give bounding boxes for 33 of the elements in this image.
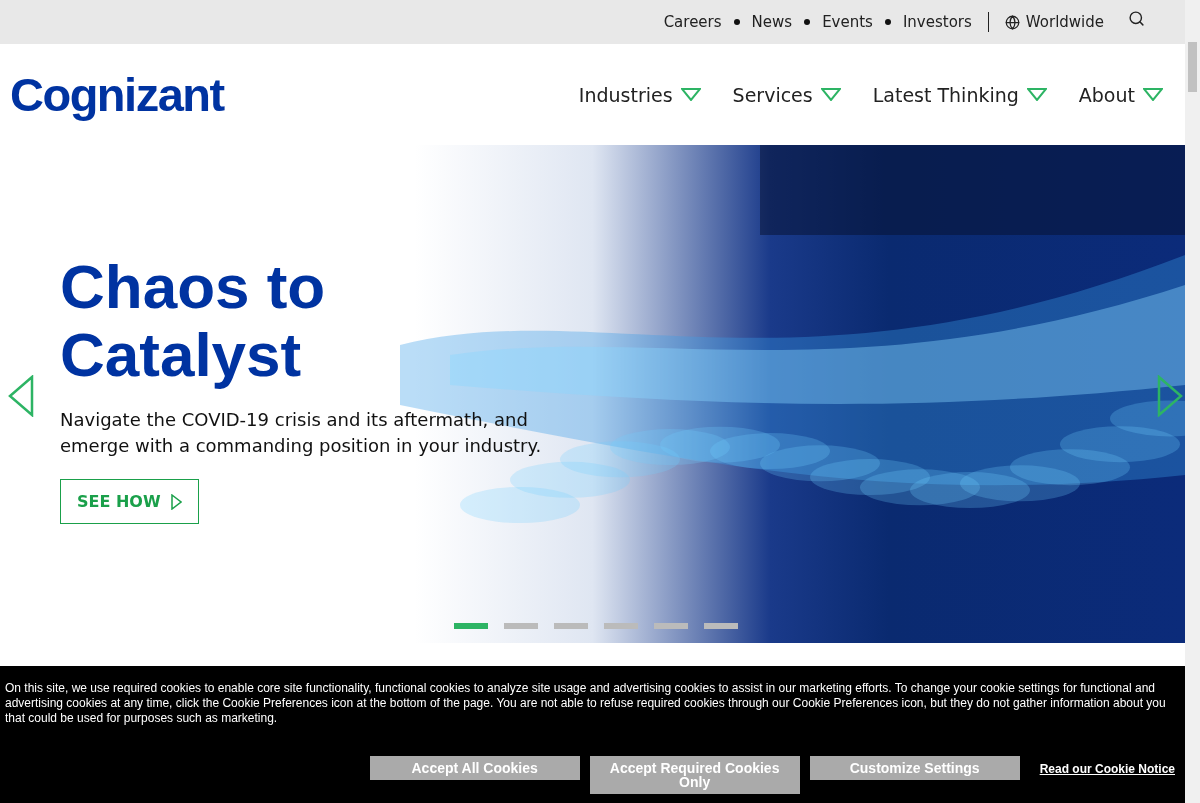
slide-indicator[interactable]	[454, 623, 488, 629]
bullet-dot	[884, 19, 891, 25]
play-icon	[170, 493, 182, 510]
caret-icon	[1143, 88, 1163, 101]
cookie-notice-text: On this site, we use required cookies to enable core site functionality, functional cookies to analyze site usage and advertising cookies to assist in our marketing efforts. To change your cookie settings for functional and advertising cookies at any time, click the Cookie Preferences icon at the bottom of the page. You are not able to refuse required cookies through our Cookie Preferences icon, but they do not gather information about you that could be used for purposes such as marketing.	[5, 681, 1167, 726]
nav-item[interactable]: About	[1078, 83, 1163, 106]
nav-item[interactable]: Latest Thinking	[872, 83, 1047, 106]
hero-description: Navigate the COVID-19 crisis and its aftermath, and emerge with a commanding position in your industry.	[60, 408, 543, 458]
logo[interactable]: Cognizant	[10, 67, 224, 122]
slide-indicator[interactable]	[654, 623, 688, 629]
next-arrow-icon[interactable]	[1157, 375, 1183, 417]
bullet-dot	[733, 19, 740, 25]
globe-icon	[1004, 14, 1020, 30]
previous-arrow-icon[interactable]	[8, 375, 34, 417]
region-link[interactable]: Worldwide	[1004, 13, 1104, 31]
slide-indicator[interactable]	[604, 623, 638, 629]
caret-icon	[680, 88, 701, 101]
caret-icon	[1026, 88, 1047, 101]
slide-indicator[interactable]	[504, 623, 538, 629]
bullet-dot	[804, 19, 811, 25]
top-link[interactable]: Investors	[902, 13, 972, 31]
top-link[interactable]: Events	[822, 13, 873, 31]
top-link[interactable]: News	[751, 13, 793, 31]
slide-indicator[interactable]	[704, 623, 738, 629]
top-link[interactable]: Careers	[663, 13, 722, 31]
scrollbar[interactable]	[1185, 0, 1200, 803]
search-icon[interactable]	[1128, 9, 1145, 27]
cookie-notice-link[interactable]: Read our Cookie Notice	[1039, 762, 1175, 776]
nav-item[interactable]: Services	[732, 83, 841, 106]
slide-indicator[interactable]	[554, 623, 588, 629]
nav-item[interactable]: Industries	[578, 83, 701, 106]
hero-title: Chaos to Catalyst	[60, 253, 327, 389]
caret-icon	[820, 88, 841, 101]
